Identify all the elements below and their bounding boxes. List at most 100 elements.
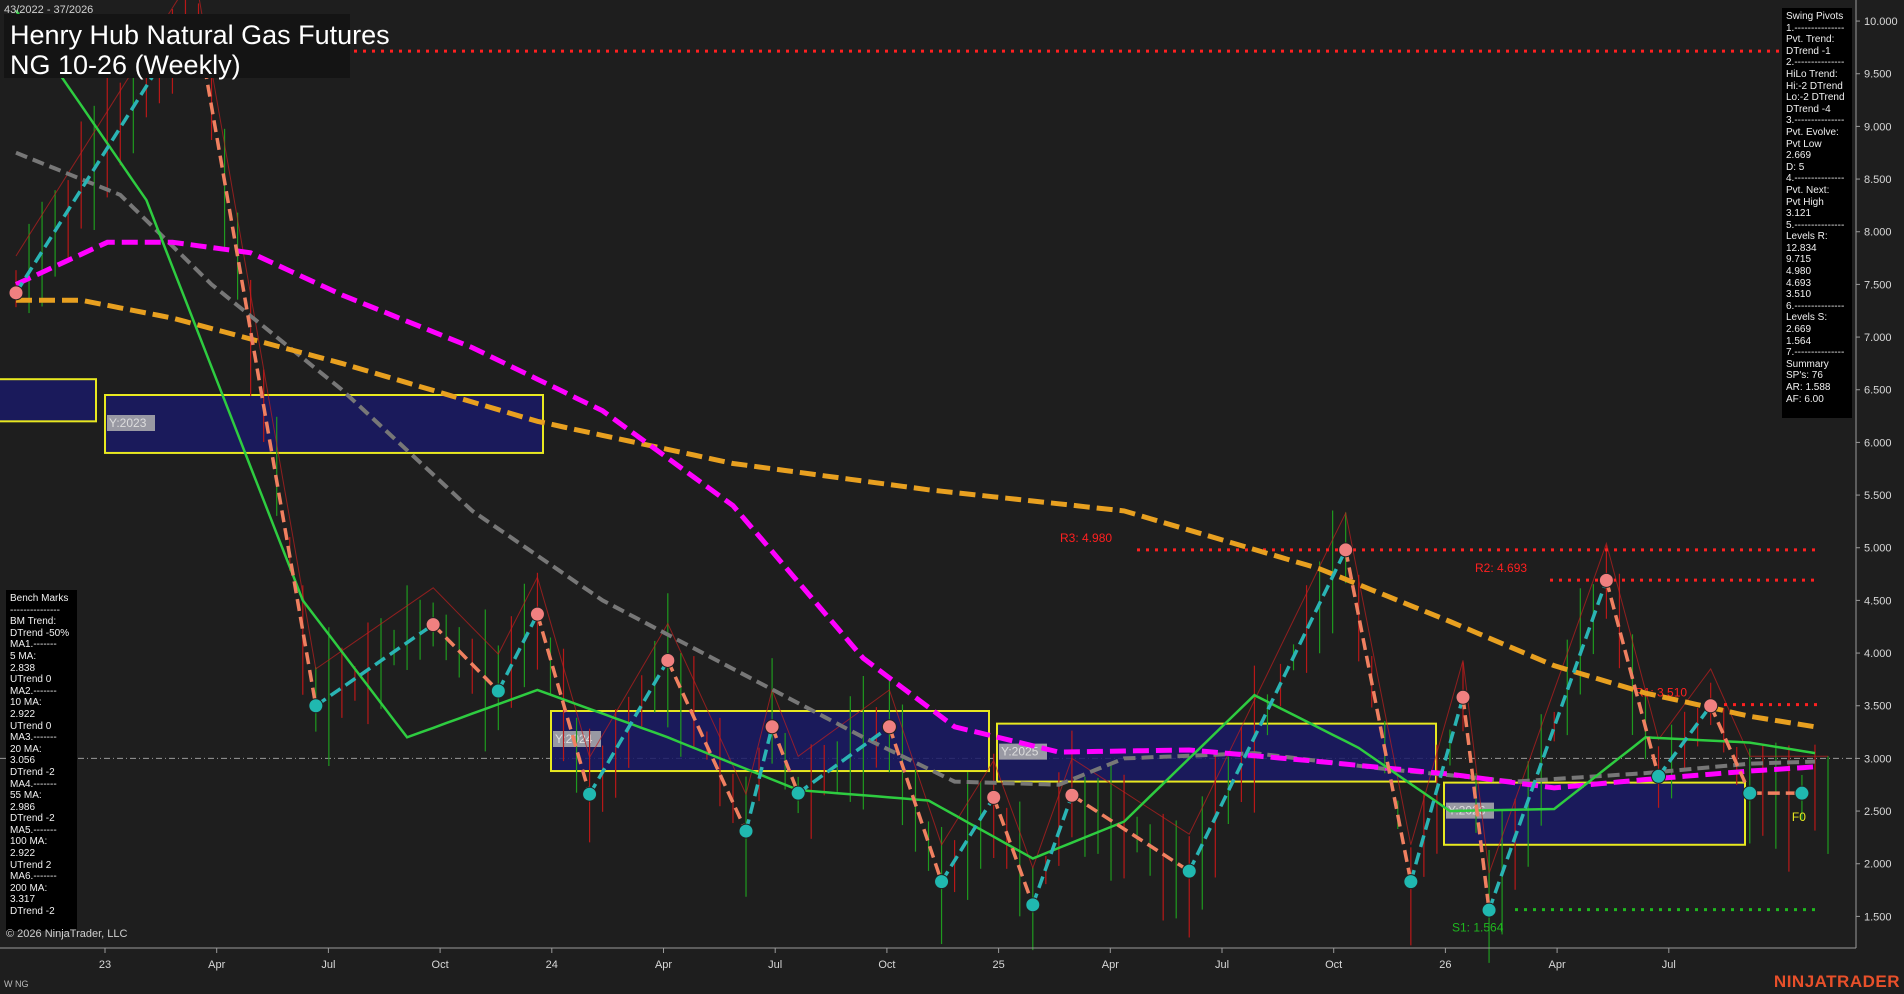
swing-pivots-line: Pvt. Evolve: xyxy=(1786,126,1839,138)
year-label: Y:2023 xyxy=(109,416,147,430)
bench-marks-line: UTrend 2 xyxy=(10,859,52,871)
bench-marks-line: DTrend -2 xyxy=(10,813,55,825)
y-tick-label: 6.000 xyxy=(1864,437,1892,449)
swing-pivots-line: SP's: 76 xyxy=(1786,370,1823,382)
bench-marks-line: 55 MA: xyxy=(10,790,42,802)
bench-marks-line: MA6.------- xyxy=(10,871,57,883)
pivot-high-marker xyxy=(1455,689,1471,705)
swing-pivots-line: Swing Pivots xyxy=(1786,11,1844,22)
swing-pivots-line: Levels S: xyxy=(1786,312,1828,324)
year-box-prior xyxy=(0,378,97,423)
bench-marks-line: DTrend -2 xyxy=(10,906,55,918)
pivot-low-marker xyxy=(1481,902,1497,918)
swing-pivots-line: AR: 1.588 xyxy=(1786,382,1831,393)
swing-pivots-line: Pvt High xyxy=(1786,196,1824,208)
instrument-label: W NG xyxy=(4,979,29,989)
y-tick-label: 2.500 xyxy=(1864,806,1892,818)
pivot-high-marker xyxy=(660,652,676,668)
y-tick-label: 9.000 xyxy=(1864,121,1892,133)
x-tick-label: 23 xyxy=(99,959,111,971)
x-tick-label: Apr xyxy=(655,959,672,971)
bench-marks-line: 10 MA: xyxy=(10,697,42,709)
swing-pivots-line: Summary xyxy=(1786,358,1829,370)
bench-marks-line: 2.922 xyxy=(10,708,36,720)
x-tick-label: 25 xyxy=(992,959,1004,971)
bench-marks-line: DTrend -2 xyxy=(10,766,55,778)
y-tick-label: 5.500 xyxy=(1864,490,1892,502)
pivot-low-marker xyxy=(1794,785,1810,801)
swing-pivots-line: 2.669 xyxy=(1786,150,1812,162)
bench-marks-line: 2.922 xyxy=(10,848,36,860)
copyright-text: © 2026 NinjaTrader, LLC xyxy=(6,928,128,940)
ninjatrader-logo: NINJATRADER xyxy=(1773,972,1900,991)
bench-marks-line: MA2.------- xyxy=(10,685,57,697)
swing-pivots-line: Pvt Low xyxy=(1786,138,1822,150)
swing-pivots-line: 4.980 xyxy=(1786,266,1812,278)
swing-pivots-line: Levels R: xyxy=(1786,231,1828,243)
bench-marks-line: DTrend -50% xyxy=(10,627,70,639)
ma-orange-line xyxy=(16,297,1816,730)
x-tick-label: Oct xyxy=(1325,959,1342,971)
pivot-low-marker xyxy=(934,874,950,890)
swing-pivots-line: Pvt. Trend: xyxy=(1786,34,1835,46)
pivot-low-marker xyxy=(738,823,754,839)
y-tick-label: 1.500 xyxy=(1864,911,1892,923)
pivot-high-marker xyxy=(529,606,545,622)
bench-marks-line: 200 MA: xyxy=(10,882,48,894)
ma-gray-line xyxy=(15,150,1816,787)
level-label-support: S1: 1.564 xyxy=(1452,921,1504,935)
bench-marks-line: 2.838 xyxy=(10,662,36,674)
y-tick-label: 10.000 xyxy=(1864,16,1898,28)
pivot-high-marker xyxy=(425,617,441,633)
x-tick-label: Jul xyxy=(1215,959,1229,971)
bench-marks-line: UTrend 0 xyxy=(10,674,52,686)
swing-pivots-line: 6.--------------- xyxy=(1786,300,1845,312)
y-tick-label: 5.000 xyxy=(1864,543,1892,555)
swing-pivots-line: 3.--------------- xyxy=(1786,115,1845,127)
x-tick-label: Oct xyxy=(878,959,895,971)
x-tick-label: Jul xyxy=(1662,959,1676,971)
x-tick-label: Apr xyxy=(208,959,225,971)
bench-marks-panel: Bench Marks --------------- BM Trend: DTren… xyxy=(6,590,77,931)
x-tick-label: Jul xyxy=(321,959,335,971)
bench-marks-line: MA3.------- xyxy=(10,732,57,744)
swing-pivots-line: HiLo Trend: xyxy=(1786,68,1838,80)
bench-marks-line: 100 MA: xyxy=(10,836,48,848)
pivot-segment xyxy=(496,613,539,692)
pivot-high-marker xyxy=(1703,698,1719,714)
y-tick-label: 8.500 xyxy=(1864,174,1892,186)
swing-pivots-line: 9.715 xyxy=(1786,254,1812,266)
swing-pivots-line: 5.--------------- xyxy=(1786,219,1845,231)
price-chart[interactable]: Y:2023Y:2024Y:2025Y:2026 R3: 4.980R2: 4.… xyxy=(0,0,1904,994)
pivot-segment xyxy=(1709,705,1752,794)
swing-pivots-line: Lo:-2 DTrend xyxy=(1786,92,1845,104)
bench-marks-line: 3.056 xyxy=(10,755,36,767)
swing-pivots-line: Hi:-2 DTrend xyxy=(1786,80,1843,92)
bench-marks-line: 20 MA: xyxy=(10,743,42,755)
bench-marks-line: 3.317 xyxy=(10,894,36,906)
y-tick-label: 3.000 xyxy=(1864,753,1892,765)
ma-magenta-line xyxy=(14,239,1816,791)
bench-marks-line: BM Trend: xyxy=(10,616,57,628)
bench-marks-line: MA4.------- xyxy=(10,778,57,790)
swing-pivots-line: 4.--------------- xyxy=(1786,173,1845,185)
pivot-high-marker xyxy=(1064,787,1080,803)
y-tick-label: 2.000 xyxy=(1864,859,1892,871)
x-tick-label: 26 xyxy=(1439,959,1451,971)
swing-pivots-line: 12.834 xyxy=(1786,242,1817,254)
y-tick-label: 6.500 xyxy=(1864,385,1892,397)
bench-marks-line: 5 MA: xyxy=(10,650,37,662)
x-tick-label: Jul xyxy=(768,959,782,971)
pivot-segment xyxy=(1343,549,1413,882)
x-tick-label: Apr xyxy=(1549,959,1566,971)
pivot-low-marker xyxy=(490,683,506,699)
level-label-resistance: R2: 4.693 xyxy=(1475,561,1527,575)
y-tick-label: 3.500 xyxy=(1864,701,1892,713)
pivot-high-marker xyxy=(8,285,24,301)
bench-marks-line: --------------- xyxy=(10,604,60,616)
pivot-segment xyxy=(431,623,500,693)
pivot-low-marker xyxy=(1025,897,1041,913)
swing-pivots-line: 3.121 xyxy=(1786,208,1812,220)
swing-pivots-line: 4.693 xyxy=(1786,277,1812,289)
pivot-low-marker xyxy=(1181,863,1197,879)
